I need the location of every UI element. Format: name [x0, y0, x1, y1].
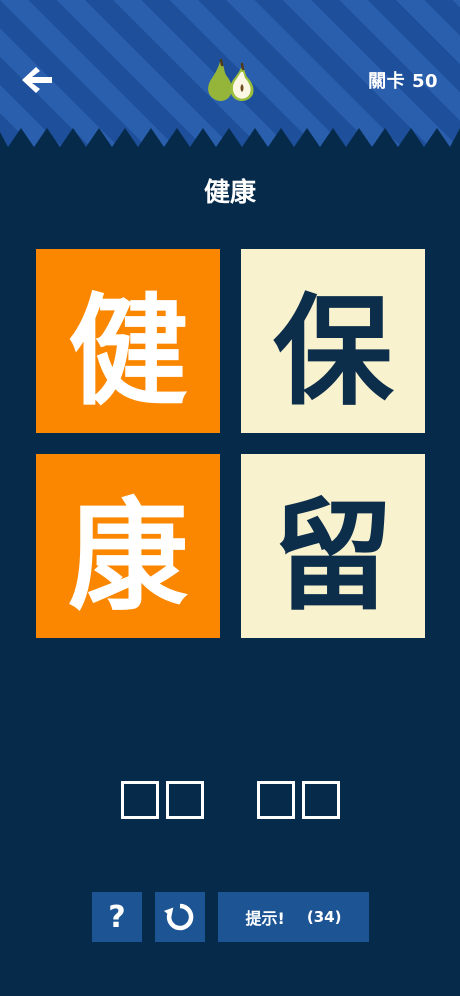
answer-slot[interactable]	[166, 781, 204, 819]
hint-label: 提示!	[245, 909, 285, 928]
tile-char: 留	[273, 488, 393, 627]
refresh-icon	[164, 903, 194, 931]
header-bar: 關卡 50	[0, 0, 460, 150]
reset-button[interactable]	[155, 892, 205, 942]
arrow-left-icon	[22, 67, 52, 93]
tile-3[interactable]: 康	[36, 454, 220, 638]
level-label: 關卡 50	[368, 71, 438, 92]
pear-icon	[208, 58, 254, 102]
logo	[204, 58, 256, 104]
answer-slot[interactable]	[121, 781, 159, 819]
tile-char: 康	[68, 488, 188, 627]
hint-button[interactable]: 提示! (34)	[218, 892, 369, 942]
back-button[interactable]	[18, 62, 58, 98]
answer-slot[interactable]	[257, 781, 295, 819]
help-label: ?	[108, 899, 126, 935]
tile-1[interactable]: 健	[36, 249, 220, 433]
tile-char: 健	[68, 283, 188, 422]
tile-4[interactable]: 留	[241, 454, 425, 638]
help-button[interactable]: ?	[92, 892, 142, 942]
answer-slots	[0, 781, 460, 823]
tile-char: 保	[273, 283, 393, 422]
tile-grid: 健 保 康 留	[36, 249, 425, 638]
answer-slot[interactable]	[302, 781, 340, 819]
hint-count: (34)	[306, 908, 342, 926]
tile-2[interactable]: 保	[241, 249, 425, 433]
puzzle-title: 健康	[203, 178, 256, 208]
